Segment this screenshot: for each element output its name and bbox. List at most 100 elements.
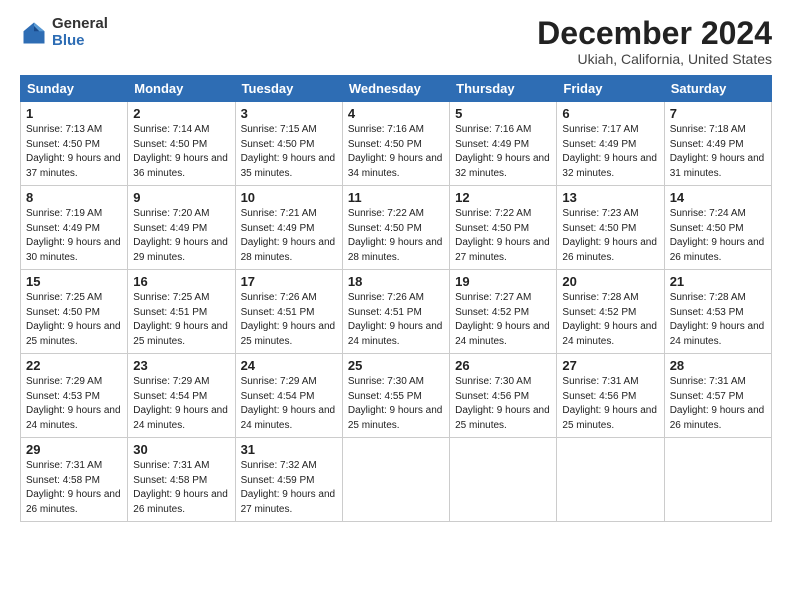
table-row	[450, 438, 557, 522]
day-info: Sunrise: 7:22 AM Sunset: 4:50 PM Dayligh…	[348, 207, 444, 265]
table-row: 9 Sunrise: 7:20 AM Sunset: 4:49 PM Daylig…	[128, 186, 235, 270]
table-row: 13 Sunrise: 7:23 AM Sunset: 4:50 PM Dayli…	[557, 186, 664, 270]
table-row: 3 Sunrise: 7:15 AM Sunset: 4:50 PM Daylig…	[235, 102, 342, 186]
day-number: 24	[241, 358, 337, 373]
table-row: 11 Sunrise: 7:22 AM Sunset: 4:50 PM Dayli…	[342, 186, 449, 270]
header-friday: Friday	[557, 76, 664, 102]
page: General Blue December 2024 Ukiah, Califo…	[0, 0, 792, 532]
subtitle: Ukiah, California, United States	[537, 51, 772, 67]
header-wednesday: Wednesday	[342, 76, 449, 102]
day-number: 11	[348, 190, 444, 205]
table-row: 29Sunrise: 7:31 AM Sunset: 4:58 PM Dayli…	[21, 438, 128, 522]
day-number: 15	[26, 274, 122, 289]
table-row: 30Sunrise: 7:31 AM Sunset: 4:58 PM Dayli…	[128, 438, 235, 522]
table-row: 8 Sunrise: 7:19 AM Sunset: 4:49 PM Daylig…	[21, 186, 128, 270]
header-tuesday: Tuesday	[235, 76, 342, 102]
table-row: 26 Sunrise: 7:30 AM Sunset: 4:56 PM Dayli…	[450, 354, 557, 438]
day-number: 25	[348, 358, 444, 373]
day-number: 12	[455, 190, 551, 205]
day-info: Sunrise: 7:30 AM Sunset: 4:56 PM Dayligh…	[455, 375, 551, 433]
table-row: 15 Sunrise: 7:25 AM Sunset: 4:50 PM Dayli…	[21, 270, 128, 354]
logo-general-text: General	[52, 16, 108, 33]
table-row: 16Sunrise: 7:25 AM Sunset: 4:51 PM Dayli…	[128, 270, 235, 354]
day-number: 19	[455, 274, 551, 289]
day-info: Sunrise: 7:23 AM Sunset: 4:50 PM Dayligh…	[562, 207, 658, 265]
day-info: Sunrise: 7:22 AM Sunset: 4:50 PM Dayligh…	[455, 207, 551, 265]
day-info: Sunrise: 7:31 AM Sunset: 4:57 PM Dayligh…	[670, 375, 766, 433]
day-number: 20	[562, 274, 658, 289]
day-number: 31	[241, 442, 337, 457]
calendar-table: Sunday Monday Tuesday Wednesday Thursday…	[20, 75, 772, 522]
logo: General Blue	[20, 16, 108, 49]
day-info: Sunrise: 7:20 AM Sunset: 4:49 PM Dayligh…	[133, 207, 229, 265]
main-title: December 2024	[537, 16, 772, 51]
day-number: 26	[455, 358, 551, 373]
day-number: 1	[26, 106, 122, 121]
table-row: 12 Sunrise: 7:22 AM Sunset: 4:50 PM Dayli…	[450, 186, 557, 270]
day-info: Sunrise: 7:31 AM Sunset: 4:56 PM Dayligh…	[562, 375, 658, 433]
table-row: 22Sunrise: 7:29 AM Sunset: 4:53 PM Dayli…	[21, 354, 128, 438]
logo-icon	[20, 19, 48, 47]
day-info: Sunrise: 7:26 AM Sunset: 4:51 PM Dayligh…	[348, 291, 444, 349]
table-row: 18Sunrise: 7:26 AM Sunset: 4:51 PM Dayli…	[342, 270, 449, 354]
calendar-week-row: 8 Sunrise: 7:19 AM Sunset: 4:49 PM Daylig…	[21, 186, 772, 270]
table-row: 17Sunrise: 7:26 AM Sunset: 4:51 PM Dayli…	[235, 270, 342, 354]
table-row	[557, 438, 664, 522]
table-row: 23Sunrise: 7:29 AM Sunset: 4:54 PM Dayli…	[128, 354, 235, 438]
table-row: 6Sunrise: 7:17 AM Sunset: 4:49 PM Daylig…	[557, 102, 664, 186]
table-row: 2 Sunrise: 7:14 AM Sunset: 4:50 PM Daylig…	[128, 102, 235, 186]
day-info: Sunrise: 7:15 AM Sunset: 4:50 PM Dayligh…	[241, 123, 337, 181]
table-row	[664, 438, 771, 522]
day-number: 14	[670, 190, 766, 205]
header-saturday: Saturday	[664, 76, 771, 102]
table-row: 4Sunrise: 7:16 AM Sunset: 4:50 PM Daylig…	[342, 102, 449, 186]
day-info: Sunrise: 7:29 AM Sunset: 4:53 PM Dayligh…	[26, 375, 122, 433]
day-info: Sunrise: 7:32 AM Sunset: 4:59 PM Dayligh…	[241, 459, 337, 517]
day-info: Sunrise: 7:31 AM Sunset: 4:58 PM Dayligh…	[133, 459, 229, 517]
day-number: 4	[348, 106, 444, 121]
logo-text: General Blue	[52, 16, 108, 49]
day-number: 2	[133, 106, 229, 121]
day-info: Sunrise: 7:21 AM Sunset: 4:49 PM Dayligh…	[241, 207, 337, 265]
table-row: 10 Sunrise: 7:21 AM Sunset: 4:49 PM Dayli…	[235, 186, 342, 270]
table-row: 31 Sunrise: 7:32 AM Sunset: 4:59 PM Dayli…	[235, 438, 342, 522]
day-info: Sunrise: 7:28 AM Sunset: 4:53 PM Dayligh…	[670, 291, 766, 349]
table-row: 5 Sunrise: 7:16 AM Sunset: 4:49 PM Daylig…	[450, 102, 557, 186]
day-info: Sunrise: 7:18 AM Sunset: 4:49 PM Dayligh…	[670, 123, 766, 181]
table-row: 7 Sunrise: 7:18 AM Sunset: 4:49 PM Daylig…	[664, 102, 771, 186]
day-number: 17	[241, 274, 337, 289]
header-monday: Monday	[128, 76, 235, 102]
day-info: Sunrise: 7:25 AM Sunset: 4:50 PM Dayligh…	[26, 291, 122, 349]
day-number: 8	[26, 190, 122, 205]
header: General Blue December 2024 Ukiah, Califo…	[20, 16, 772, 67]
table-row: 24 Sunrise: 7:29 AM Sunset: 4:54 PM Dayli…	[235, 354, 342, 438]
header-sunday: Sunday	[21, 76, 128, 102]
day-number: 7	[670, 106, 766, 121]
table-row: 19 Sunrise: 7:27 AM Sunset: 4:52 PM Dayli…	[450, 270, 557, 354]
day-info: Sunrise: 7:29 AM Sunset: 4:54 PM Dayligh…	[241, 375, 337, 433]
day-info: Sunrise: 7:27 AM Sunset: 4:52 PM Dayligh…	[455, 291, 551, 349]
calendar-week-row: 1 Sunrise: 7:13 AM Sunset: 4:50 PM Daylig…	[21, 102, 772, 186]
day-number: 21	[670, 274, 766, 289]
calendar-header-row: Sunday Monday Tuesday Wednesday Thursday…	[21, 76, 772, 102]
table-row: 20Sunrise: 7:28 AM Sunset: 4:52 PM Dayli…	[557, 270, 664, 354]
day-number: 27	[562, 358, 658, 373]
table-row: 1 Sunrise: 7:13 AM Sunset: 4:50 PM Daylig…	[21, 102, 128, 186]
day-info: Sunrise: 7:19 AM Sunset: 4:49 PM Dayligh…	[26, 207, 122, 265]
day-number: 5	[455, 106, 551, 121]
day-number: 10	[241, 190, 337, 205]
title-block: December 2024 Ukiah, California, United …	[537, 16, 772, 67]
day-info: Sunrise: 7:17 AM Sunset: 4:49 PM Dayligh…	[562, 123, 658, 181]
day-info: Sunrise: 7:16 AM Sunset: 4:49 PM Dayligh…	[455, 123, 551, 181]
table-row: 14 Sunrise: 7:24 AM Sunset: 4:50 PM Dayli…	[664, 186, 771, 270]
calendar-week-row: 22Sunrise: 7:29 AM Sunset: 4:53 PM Dayli…	[21, 354, 772, 438]
day-info: Sunrise: 7:24 AM Sunset: 4:50 PM Dayligh…	[670, 207, 766, 265]
day-info: Sunrise: 7:14 AM Sunset: 4:50 PM Dayligh…	[133, 123, 229, 181]
day-number: 3	[241, 106, 337, 121]
table-row: 28Sunrise: 7:31 AM Sunset: 4:57 PM Dayli…	[664, 354, 771, 438]
day-number: 9	[133, 190, 229, 205]
day-info: Sunrise: 7:13 AM Sunset: 4:50 PM Dayligh…	[26, 123, 122, 181]
day-number: 13	[562, 190, 658, 205]
calendar-week-row: 29Sunrise: 7:31 AM Sunset: 4:58 PM Dayli…	[21, 438, 772, 522]
table-row: 25Sunrise: 7:30 AM Sunset: 4:55 PM Dayli…	[342, 354, 449, 438]
